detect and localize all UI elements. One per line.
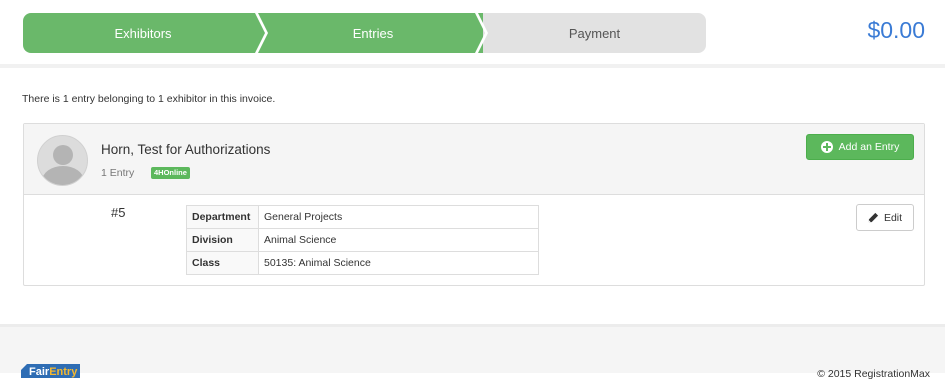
step-separator-arrow bbox=[475, 13, 488, 53]
detail-value: General Projects bbox=[258, 205, 539, 229]
step-payment-label: Payment bbox=[568, 25, 621, 41]
edit-label: Edit bbox=[883, 211, 903, 224]
step-entries[interactable]: Entries bbox=[263, 13, 483, 53]
step-entries-label: Entries bbox=[352, 25, 394, 41]
footer: FairEntry © 2015 RegistrationMax bbox=[0, 324, 945, 380]
invoice-total: $0.00 bbox=[867, 17, 925, 43]
add-entry-label: Add an Entry bbox=[838, 141, 900, 153]
invoice-summary-text: There is 1 entry belonging to 1 exhibito… bbox=[22, 93, 276, 105]
detail-key: Division bbox=[186, 228, 259, 252]
step-payment[interactable]: Payment bbox=[483, 13, 706, 53]
entry-details-table: Department General Projects Division Ani… bbox=[186, 205, 539, 275]
source-badge: 4HOnline bbox=[151, 167, 190, 179]
detail-key: Class bbox=[186, 251, 259, 275]
divider bbox=[0, 64, 945, 68]
exhibitor-header: Horn, Test for Authorizations 1 Entry 4H… bbox=[24, 124, 924, 195]
exhibitor-name: Horn, Test for Authorizations bbox=[101, 142, 271, 157]
user-avatar-icon bbox=[37, 135, 88, 186]
progress-steps: Exhibitors Entries Payment bbox=[23, 13, 706, 53]
detail-value: Animal Science bbox=[258, 228, 539, 252]
step-exhibitors-label: Exhibitors bbox=[114, 25, 172, 41]
copyright-text: © 2015 RegistrationMax bbox=[817, 368, 930, 380]
avatar-body bbox=[42, 166, 84, 185]
exhibitor-entry-count: 1 Entry bbox=[101, 167, 135, 179]
step-separator-arrow bbox=[255, 13, 268, 53]
edit-entry-button[interactable]: Edit bbox=[856, 204, 914, 231]
add-entry-button[interactable]: Add an Entry bbox=[806, 134, 914, 160]
plus-circle-icon bbox=[820, 141, 833, 153]
fairentry-logo[interactable]: FairEntry bbox=[21, 364, 81, 378]
detail-key: Department bbox=[186, 205, 259, 229]
entry-number: #5 bbox=[111, 205, 126, 220]
avatar-head bbox=[53, 145, 73, 165]
pencil-icon bbox=[868, 212, 879, 223]
exhibitor-panel: Horn, Test for Authorizations 1 Entry 4H… bbox=[23, 123, 925, 286]
table-row: Division Animal Science bbox=[186, 228, 539, 252]
top-bar: Exhibitors Entries Payment $0.00 bbox=[0, 0, 945, 64]
table-row: Class 50135: Animal Science bbox=[186, 251, 539, 275]
logo-text-entry: Entry bbox=[49, 366, 78, 378]
logo-text-fair: Fair bbox=[29, 366, 50, 378]
step-exhibitors[interactable]: Exhibitors bbox=[23, 13, 263, 53]
table-row: Department General Projects bbox=[186, 205, 539, 229]
detail-value: 50135: Animal Science bbox=[258, 251, 539, 275]
